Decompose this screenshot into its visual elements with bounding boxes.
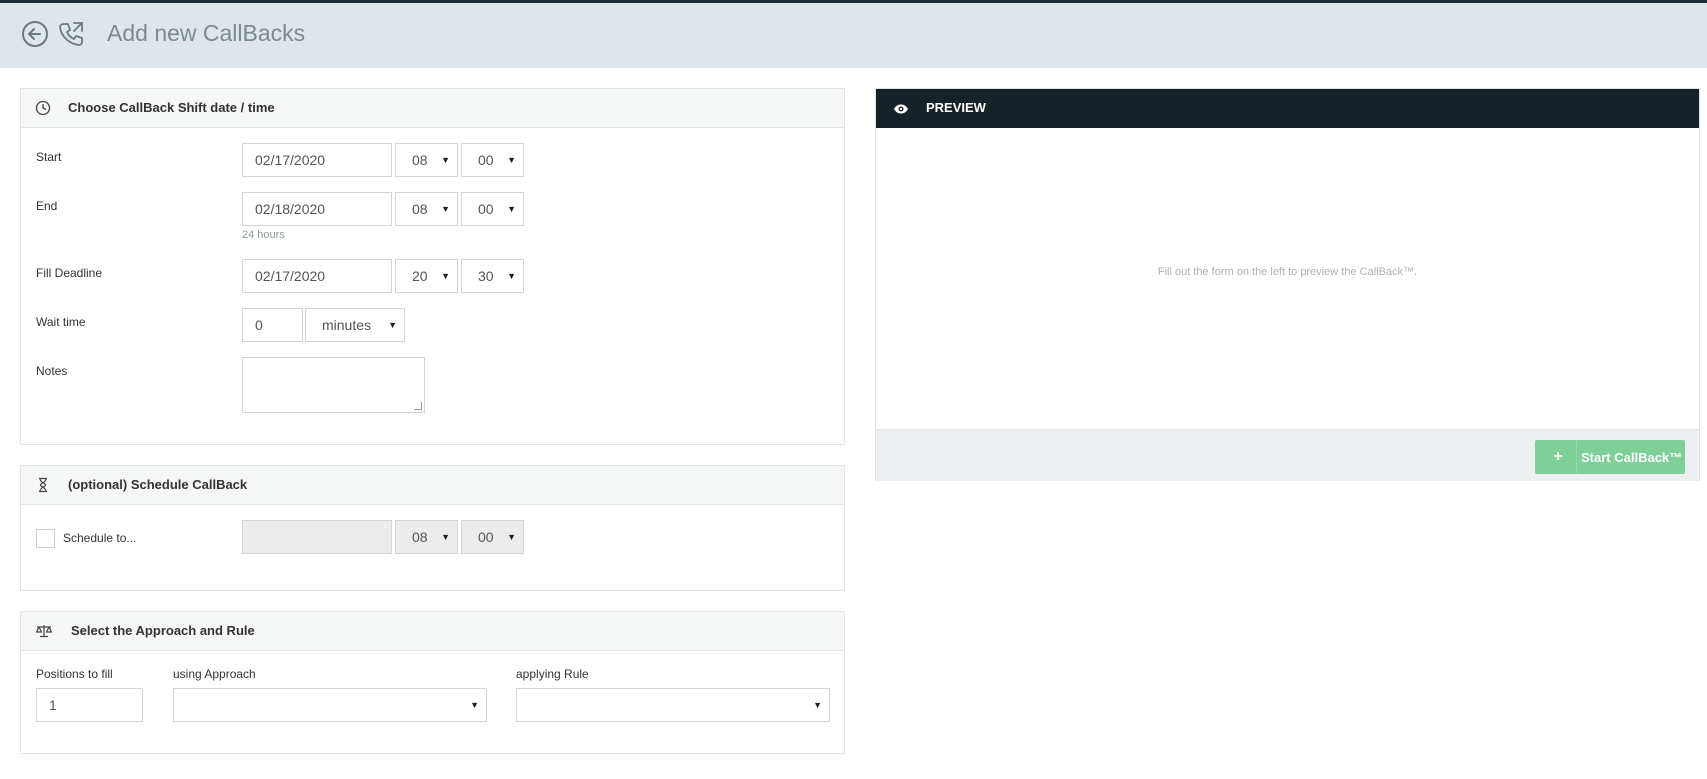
end-date-input[interactable]: 02/18/2020 (242, 192, 392, 226)
schedule-hour-select[interactable]: 08 ▼ (395, 520, 458, 554)
end-label: End (36, 199, 58, 213)
duration-hint: 24 hours (242, 229, 285, 241)
schedule-panel: (optional) Schedule CallBack Schedule to… (20, 465, 845, 591)
wait-time-unit-value: minutes (322, 317, 372, 333)
wait-time-unit-select[interactable]: minutes ▼ (305, 308, 405, 342)
end-minute-select[interactable]: 00 ▼ (461, 192, 524, 226)
schedule-panel-title: (optional) Schedule CallBack (68, 477, 248, 492)
schedule-checkbox[interactable] (36, 529, 55, 548)
rule-label: applying Rule (516, 667, 589, 681)
chevron-down-icon: ▼ (441, 532, 450, 542)
chevron-down-icon: ▼ (441, 155, 450, 165)
fill-deadline-minute-select[interactable]: 30 ▼ (461, 259, 524, 293)
clock-icon (35, 100, 51, 116)
page-title: Add new CallBacks (107, 20, 306, 46)
resize-grip-icon[interactable] (414, 402, 422, 410)
page-header: Add new CallBacks (0, 3, 1707, 68)
fill-deadline-date-input[interactable]: 02/17/2020 (242, 259, 392, 293)
schedule-date-input[interactable] (242, 520, 392, 554)
wait-time-label: Wait time (36, 315, 86, 329)
start-date-input[interactable]: 02/17/2020 (242, 143, 392, 177)
start-callback-label: Start CallBack™ (1581, 450, 1683, 465)
plus-icon: + (1553, 448, 1563, 465)
chevron-down-icon: ▼ (388, 320, 397, 330)
preview-panel: PREVIEW Fill out the form on the left to… (875, 88, 1700, 481)
shift-panel: Choose CallBack Shift date / time Start … (20, 88, 845, 445)
chevron-down-icon: ▼ (470, 700, 479, 710)
button-divider (1576, 440, 1577, 474)
start-hour-value: 08 (412, 152, 428, 168)
back-arrow-circle-icon[interactable] (20, 19, 50, 49)
fill-deadline-hour-value: 20 (412, 268, 428, 284)
chevron-down-icon: ▼ (507, 155, 516, 165)
start-callback-button[interactable]: + Start CallBack™ (1535, 440, 1685, 474)
approach-label: using Approach (173, 667, 256, 681)
chevron-down-icon: ▼ (507, 204, 516, 214)
start-label: Start (36, 150, 62, 164)
rule-select[interactable]: ▼ (516, 688, 830, 722)
schedule-checkbox-label: Schedule to... (63, 531, 137, 545)
start-minute-select[interactable]: 00 ▼ (461, 143, 524, 177)
approach-panel-header: Select the Approach and Rule (21, 612, 844, 651)
schedule-minute-select[interactable]: 00 ▼ (461, 520, 524, 554)
hourglass-icon (35, 477, 51, 493)
chevron-down-icon: ▼ (441, 271, 450, 281)
fill-deadline-minute-value: 30 (478, 268, 494, 284)
preview-panel-title: PREVIEW (926, 100, 986, 115)
wait-time-input[interactable]: 0 (242, 308, 303, 342)
schedule-minute-value: 00 (478, 529, 494, 545)
balance-scale-icon (35, 623, 53, 639)
positions-input[interactable]: 1 (36, 688, 143, 722)
notes-textarea[interactable] (242, 357, 425, 413)
eye-icon (893, 101, 909, 117)
schedule-hour-value: 08 (412, 529, 428, 545)
chevron-down-icon: ▼ (507, 532, 516, 542)
approach-select[interactable]: ▼ (173, 688, 487, 722)
chevron-down-icon: ▼ (813, 700, 822, 710)
end-minute-value: 00 (478, 201, 494, 217)
start-hour-select[interactable]: 08 ▼ (395, 143, 458, 177)
approach-panel-title: Select the Approach and Rule (71, 623, 255, 638)
chevron-down-icon: ▼ (507, 271, 516, 281)
shift-panel-header: Choose CallBack Shift date / time (21, 89, 844, 128)
preview-footer: + Start CallBack™ (876, 429, 1699, 481)
preview-panel-header: PREVIEW (876, 89, 1699, 128)
chevron-down-icon: ▼ (441, 204, 450, 214)
notes-label: Notes (36, 364, 68, 378)
shift-panel-title: Choose CallBack Shift date / time (68, 100, 275, 115)
end-hour-select[interactable]: 08 ▼ (395, 192, 458, 226)
positions-label: Positions to fill (36, 667, 113, 681)
schedule-panel-header: (optional) Schedule CallBack (21, 466, 844, 505)
fill-deadline-label: Fill Deadline (36, 266, 103, 280)
preview-empty-message: Fill out the form on the left to preview… (1157, 266, 1418, 278)
phone-outgoing-icon (56, 19, 86, 49)
fill-deadline-hour-select[interactable]: 20 ▼ (395, 259, 458, 293)
start-minute-value: 00 (478, 152, 494, 168)
end-hour-value: 08 (412, 201, 428, 217)
approach-panel: Select the Approach and Rule Positions t… (20, 611, 845, 754)
